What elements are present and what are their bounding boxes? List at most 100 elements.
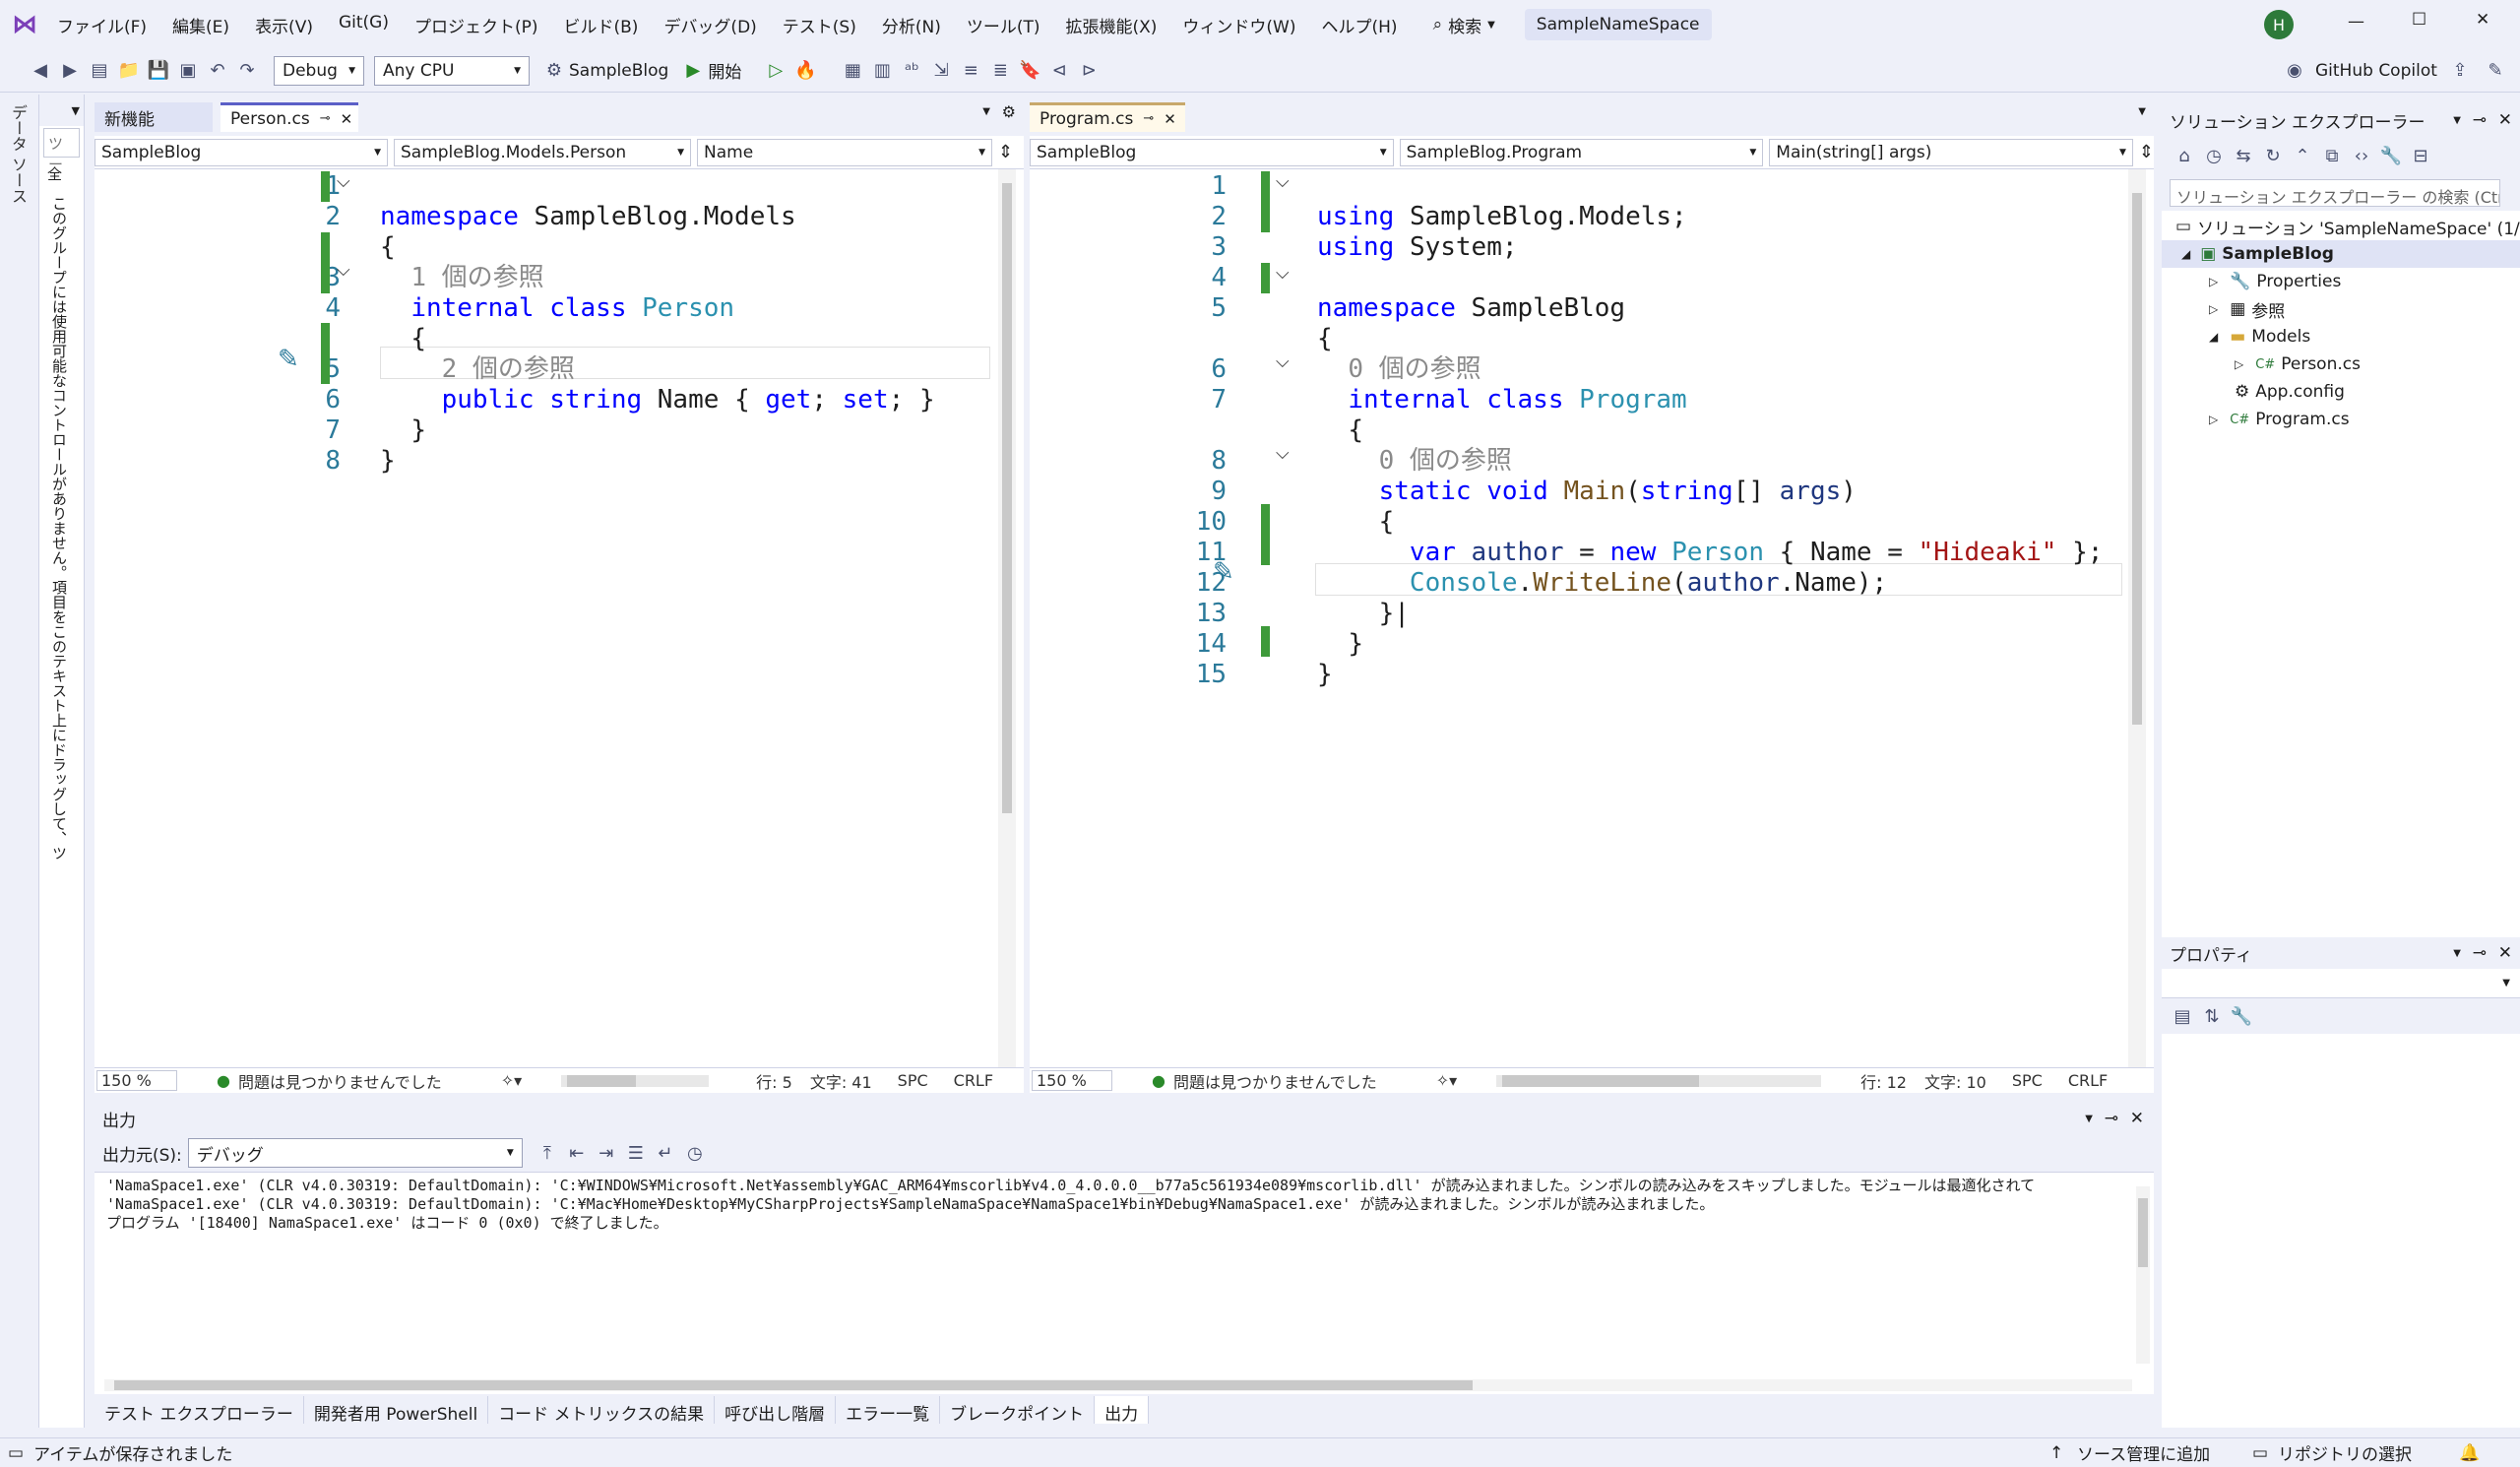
chevron-down-icon[interactable]: ▼ bbox=[2138, 106, 2146, 117]
right-code-editor[interactable]: 12345 67 8 9 10 11 12 13 14 15 ⌵ ⌵ ⌵ ⌵ ✎ using … bbox=[1030, 169, 2154, 1067]
toolbox-group[interactable]: 全 bbox=[39, 159, 84, 188]
close-icon[interactable]: ✕ bbox=[341, 110, 353, 128]
codelens[interactable]: 0 個の参照 bbox=[1379, 446, 1512, 476]
clock-icon[interactable]: ◷ bbox=[682, 1140, 708, 1166]
vertical-scrollbar[interactable] bbox=[2128, 169, 2146, 1067]
platform-select[interactable]: Any CPU ▼ bbox=[374, 55, 530, 86]
back-icon[interactable]: ◀ bbox=[28, 58, 53, 84]
find-icon[interactable]: ⤒ bbox=[535, 1140, 560, 1166]
properties-object-select[interactable]: ▼ bbox=[2162, 969, 2520, 998]
wrench-icon[interactable]: 🔧 bbox=[2378, 143, 2404, 168]
toolbox-search[interactable]: ツー bbox=[43, 128, 80, 173]
menu-item[interactable]: ファイル(F) bbox=[57, 13, 147, 37]
menu-item[interactable]: ヘルプ(H) bbox=[1322, 13, 1398, 37]
word-wrap-icon[interactable]: ↵ bbox=[653, 1140, 678, 1166]
zoom-select[interactable]: 150 % bbox=[96, 1070, 177, 1091]
share-icon[interactable]: ⇪ bbox=[2447, 58, 2473, 84]
gear-icon[interactable]: ⚙ bbox=[1002, 102, 1016, 121]
col-indicator[interactable]: 文字: 10 bbox=[1924, 1069, 1986, 1093]
fold-icon[interactable]: ⌵ bbox=[1276, 263, 1290, 284]
copilot-button[interactable]: GitHub Copilot bbox=[2315, 61, 2437, 81]
fold-icon[interactable]: ⌵ bbox=[1276, 443, 1290, 464]
configuration-select[interactable]: Debug ▼ bbox=[274, 55, 364, 86]
col-indicator[interactable]: 文字: 41 bbox=[810, 1069, 872, 1093]
tree-item-properties[interactable]: ▷ 🔧 Properties bbox=[2162, 268, 2520, 295]
menu-item[interactable]: ビルド(B) bbox=[564, 13, 639, 37]
bookmark-icon[interactable]: 🔖 bbox=[1017, 58, 1042, 84]
issues-status[interactable]: 問題は見つかりませんでした bbox=[238, 1069, 442, 1093]
whitespace-indicator[interactable]: SPC bbox=[898, 1071, 928, 1090]
search-button[interactable]: 検索 bbox=[1448, 13, 1481, 37]
chevron-down-icon[interactable]: ▼ bbox=[2453, 948, 2461, 959]
fold-icon[interactable]: ⌵ bbox=[337, 171, 350, 192]
menu-item[interactable]: 編集(E) bbox=[172, 13, 229, 37]
bottom-tab[interactable]: テスト エクスプローラー bbox=[94, 1396, 304, 1425]
menu-item[interactable]: ツール(T) bbox=[967, 13, 1040, 37]
history-icon[interactable]: ◷ bbox=[2201, 143, 2227, 168]
bottom-tab[interactable]: 開発者用 PowerShell bbox=[304, 1396, 489, 1425]
codelens[interactable]: 1 個の参照 bbox=[410, 263, 543, 292]
eol-indicator[interactable]: CRLF bbox=[2068, 1071, 2108, 1090]
refresh-icon[interactable]: ↻ bbox=[2260, 143, 2286, 168]
pin-icon[interactable]: ⊸ bbox=[2473, 110, 2487, 130]
minimize-icon[interactable]: — bbox=[2348, 12, 2364, 32]
bottom-tab[interactable]: エラー一覧 bbox=[836, 1396, 941, 1425]
project-select[interactable]: SampleBlog ▼ bbox=[94, 138, 388, 166]
copy-icon[interactable]: ⧉ bbox=[2319, 143, 2345, 168]
tree-item-project[interactable]: ◢ ▣ SampleBlog bbox=[2162, 240, 2520, 268]
menu-item[interactable]: 分析(N) bbox=[882, 13, 941, 37]
menu-item[interactable]: Git(G) bbox=[339, 13, 389, 37]
issues-status[interactable]: 問題は見つかりませんでした bbox=[1173, 1069, 1377, 1093]
tab-program-cs[interactable]: Program.cs ⊸ ✕ bbox=[1030, 102, 1185, 132]
brush-icon[interactable]: ✧▾ bbox=[1436, 1071, 1457, 1090]
step-icon[interactable]: ⇲ bbox=[928, 58, 954, 84]
minus-icon[interactable]: ⊟ bbox=[2408, 143, 2433, 168]
brush-icon[interactable]: ✧▾ bbox=[501, 1071, 522, 1090]
horizontal-scrollbar[interactable] bbox=[1496, 1074, 1822, 1087]
solution-search-input[interactable]: ソリューション エクスプローラー の検索 (Ctrl bbox=[2170, 179, 2500, 207]
wrench-icon[interactable]: 🔧 bbox=[2229, 1003, 2254, 1029]
collapse-icon[interactable]: ⌃ bbox=[2290, 143, 2315, 168]
member-select[interactable]: Main(string[] args) ▼ bbox=[1769, 138, 2133, 166]
codelens[interactable]: 0 個の参照 bbox=[1348, 354, 1480, 384]
bottom-tab[interactable]: ブレークポイント bbox=[940, 1396, 1096, 1425]
split-icon[interactable]: ⇕ bbox=[998, 142, 1013, 162]
search-icon[interactable]: ⌕ bbox=[1433, 15, 1443, 34]
bookmark-prev-icon[interactable]: ⊲ bbox=[1046, 58, 1072, 84]
open-folder-icon[interactable]: 📁 bbox=[116, 58, 142, 84]
type-select[interactable]: SampleBlog.Program ▼ bbox=[1399, 138, 1764, 166]
chevron-down-icon[interactable]: ▼ bbox=[982, 106, 990, 117]
chevron-down-icon[interactable]: ▼ bbox=[2453, 115, 2461, 126]
line-indicator[interactable]: 行: 5 bbox=[756, 1069, 792, 1093]
fold-icon[interactable]: ⌵ bbox=[1276, 351, 1290, 372]
clear-all-icon[interactable]: ☰ bbox=[623, 1140, 649, 1166]
menu-item[interactable]: ウィンドウ(W) bbox=[1182, 13, 1295, 37]
close-icon[interactable]: ✕ bbox=[2476, 10, 2489, 30]
redo-icon[interactable]: ↷ bbox=[234, 58, 260, 84]
project-select[interactable]: SampleBlog ▼ bbox=[1030, 138, 1394, 166]
close-icon[interactable]: ✕ bbox=[2130, 1109, 2144, 1128]
start-button[interactable]: 開始 bbox=[708, 58, 741, 83]
undo-icon[interactable]: ↶ bbox=[205, 58, 230, 84]
tree-item-program-cs[interactable]: ▷ C# Program.cs bbox=[2162, 406, 2520, 433]
layout-icon[interactable]: ▥ bbox=[869, 58, 895, 84]
spell-icon[interactable]: ᵃᵇ bbox=[899, 58, 924, 84]
eol-indicator[interactable]: CRLF bbox=[954, 1071, 993, 1090]
fold-icon[interactable]: ⌵ bbox=[1276, 171, 1290, 192]
indent-icon[interactable]: ≡ bbox=[958, 58, 983, 84]
tree-item-person-cs[interactable]: ▷ C# Person.cs bbox=[2162, 351, 2520, 378]
tree-item-app-config[interactable]: ⚙ App.config bbox=[2162, 378, 2520, 406]
horizontal-scrollbar[interactable] bbox=[561, 1074, 710, 1087]
member-select[interactable]: Name ▼ bbox=[697, 138, 992, 166]
chevron-down-icon[interactable]: ▼ bbox=[2085, 1114, 2093, 1124]
avatar[interactable]: H bbox=[2264, 10, 2294, 39]
quick-action-icon[interactable]: ✎ bbox=[1213, 557, 1234, 587]
vertical-scrollbar[interactable] bbox=[998, 169, 1016, 1067]
pin-icon[interactable]: ⊸ bbox=[2473, 943, 2487, 963]
menu-item[interactable]: テスト(S) bbox=[783, 13, 856, 37]
pin-icon[interactable]: ⊸ bbox=[320, 111, 331, 126]
alphabetical-icon[interactable]: ⇅ bbox=[2199, 1003, 2225, 1029]
close-icon[interactable]: ✕ bbox=[1164, 110, 1176, 128]
vertical-scrollbar[interactable] bbox=[2136, 1186, 2150, 1364]
bookmark-next-icon[interactable]: ⊳ bbox=[1076, 58, 1102, 84]
